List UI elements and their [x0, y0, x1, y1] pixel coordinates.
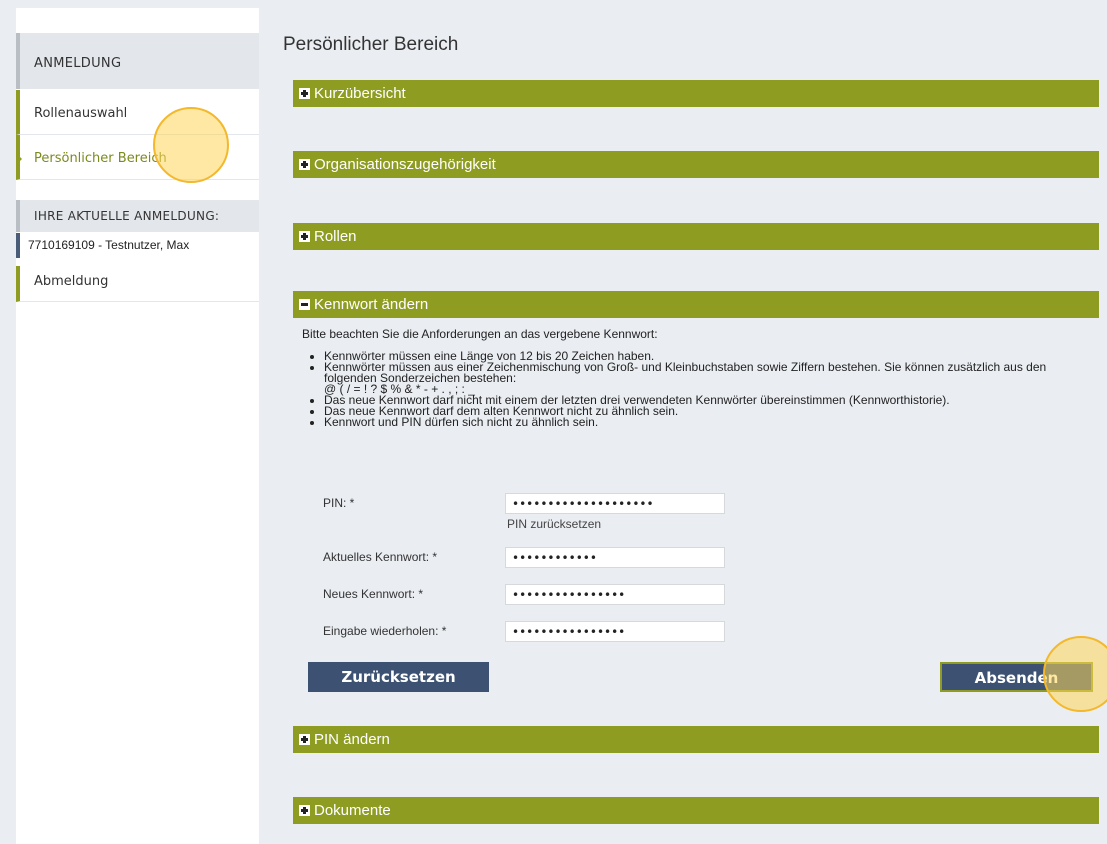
plus-icon: [299, 88, 310, 99]
active-arrow-icon: [16, 153, 22, 165]
new-password-label: Neues Kennwort: *: [323, 587, 424, 601]
reset-button[interactable]: Zurücksetzen: [308, 662, 489, 692]
pin-label: PIN: *: [323, 496, 355, 510]
new-password-input[interactable]: [505, 584, 725, 605]
minus-icon: [299, 299, 310, 310]
panel-header-documents[interactable]: Dokumente: [293, 797, 1099, 824]
panel-title: Kennwort ändern: [314, 296, 429, 313]
plus-icon: [299, 231, 310, 242]
plus-icon: [299, 805, 310, 816]
password-requirements-intro: Bitte beachten Sie die Anforderungen an …: [302, 327, 658, 341]
sidebar-item-label: Persönlicher Bereich: [34, 151, 167, 166]
plus-icon: [299, 159, 310, 170]
panel-header-change-pin[interactable]: PIN ändern: [293, 726, 1099, 753]
repeat-password-label: Eingabe wiederholen: *: [323, 624, 447, 638]
panel-title: Kurzübersicht: [314, 85, 406, 102]
password-rules-list: Kennwörter müssen eine Länge von 12 bis …: [302, 350, 1102, 428]
panel-title: PIN ändern: [314, 731, 390, 748]
panel-title: Dokumente: [314, 802, 391, 819]
sidebar-item-role-selection[interactable]: Rollenauswahl: [16, 90, 259, 135]
pin-input[interactable]: [505, 493, 725, 514]
sidebar-item-label: Abmeldung: [34, 274, 109, 289]
panel-title: Organisationszugehörigkeit: [314, 156, 496, 173]
sidebar: ANMELDUNG Rollenauswahl Persönlicher Ber…: [16, 8, 259, 844]
panel-header-roles[interactable]: Rollen: [293, 223, 1099, 250]
sidebar-item-personal-area[interactable]: Persönlicher Bereich: [16, 135, 259, 180]
submit-button[interactable]: Absenden: [940, 662, 1093, 692]
current-password-input[interactable]: [505, 547, 725, 568]
list-item: Kennwörter müssen aus einer Zeichenmisch…: [324, 361, 1102, 384]
panel-header-organization[interactable]: Organisationszugehörigkeit: [293, 151, 1099, 178]
current-user: 7710169109 - Testnutzer, Max: [16, 233, 259, 258]
section-heading-login: ANMELDUNG: [16, 33, 259, 89]
section-heading-current-login: IHRE AKTUELLE ANMELDUNG:: [16, 200, 259, 232]
plus-icon: [299, 734, 310, 745]
repeat-password-input[interactable]: [505, 621, 725, 642]
panel-header-change-password[interactable]: Kennwort ändern: [293, 291, 1099, 318]
list-item: Kennwort und PIN dürfen sich nicht zu äh…: [324, 416, 1102, 428]
page-title: Persönlicher Bereich: [283, 34, 459, 55]
sidebar-item-label: Rollenauswahl: [34, 106, 128, 121]
sidebar-item-logout[interactable]: Abmeldung: [16, 266, 259, 302]
panel-header-overview[interactable]: Kurzübersicht: [293, 80, 1099, 107]
pin-reset-link[interactable]: PIN zurücksetzen: [507, 517, 601, 531]
panel-title: Rollen: [314, 228, 357, 245]
current-password-label: Aktuelles Kennwort: *: [323, 550, 438, 564]
